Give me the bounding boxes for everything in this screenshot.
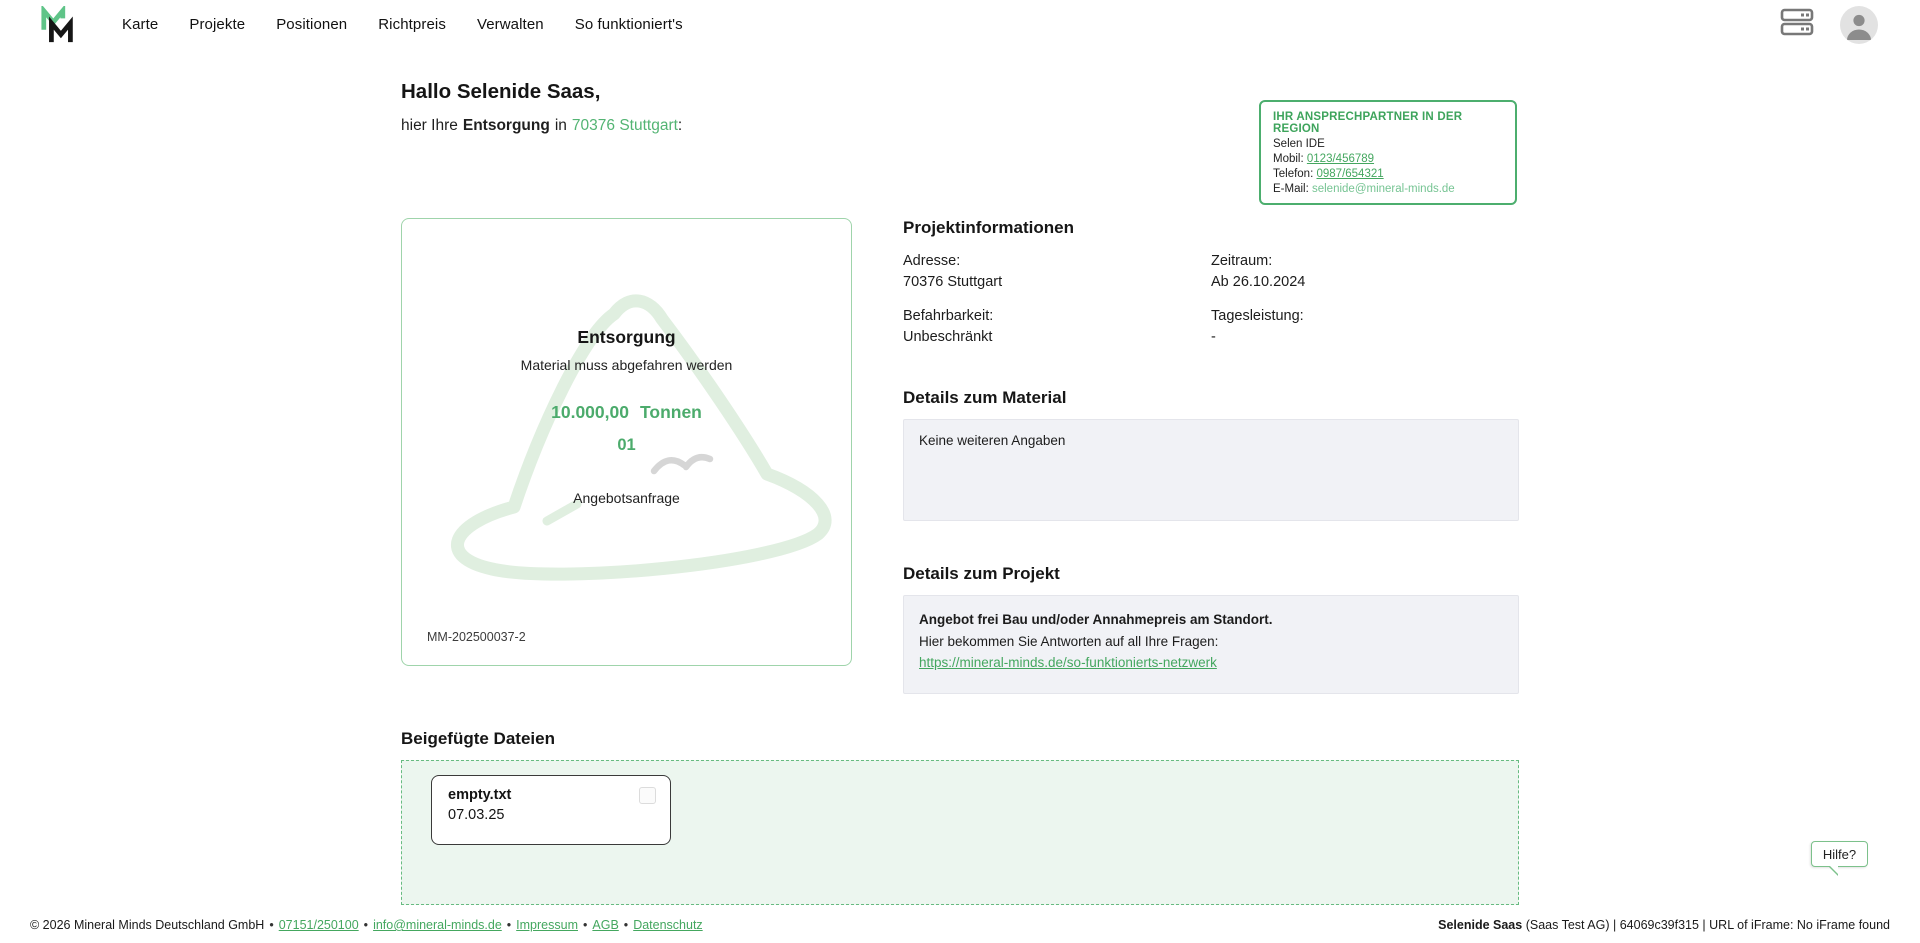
project-status: Angebotsanfrage: [573, 490, 680, 506]
user-avatar[interactable]: [1840, 6, 1878, 44]
project-details-bold-line: Angebot frei Bau und/oder Annahmepreis a…: [919, 609, 1503, 631]
footer-separator: •: [507, 918, 511, 932]
footer-phone-link[interactable]: 07151/250100: [279, 918, 359, 932]
info-label: Tagesleistung:: [1211, 308, 1519, 324]
project-card-body: Entsorgung Material muss abgefahren werd…: [402, 219, 851, 506]
project-reference-number: MM-202500037-2: [427, 630, 526, 644]
footer-separator: •: [583, 918, 587, 932]
contact-mobile-label: Mobil:: [1273, 153, 1304, 165]
nav-item-projekte[interactable]: Projekte: [189, 16, 245, 33]
contact-box-title: IHR ANSPRECHPARTNER IN DER REGION: [1273, 111, 1503, 135]
attachments-dropzone[interactable]: empty.txt 07.03.25: [401, 760, 1519, 905]
project-card[interactable]: Entsorgung Material muss abgefahren werd…: [401, 218, 852, 666]
nav-item-richtpreis[interactable]: Richtpreis: [378, 16, 446, 33]
footer-session-info: Selenide Saas (Saas Test AG) | 64069c39f…: [1438, 918, 1890, 932]
file-date: 07.03.25: [448, 807, 654, 823]
greeting-mid: in: [555, 117, 567, 135]
info-field-zeitraum: Zeitraum: Ab 26.10.2024: [1211, 253, 1519, 290]
footer-link-agb[interactable]: AGB: [592, 918, 618, 932]
project-details-text-line: Hier bekommen Sie Antworten auf all Ihre…: [919, 631, 1503, 653]
info-field-adresse: Adresse: 70376 Stuttgart: [903, 253, 1211, 290]
footer-copyright: © 2026 Mineral Minds Deutschland GmbH: [30, 918, 264, 932]
mineral-minds-logo-icon: [40, 6, 78, 44]
project-card-subtitle: Material muss abgefahren werden: [521, 357, 733, 373]
footer-separator: •: [624, 918, 628, 932]
material-details-heading: Details zum Material: [903, 388, 1519, 408]
project-info-heading: Projektinformationen: [903, 218, 1519, 238]
position-number: 01: [617, 436, 635, 455]
info-value: Unbeschränkt: [903, 329, 1211, 345]
main-nav: Karte Projekte Positionen Richtpreis Ver…: [122, 16, 683, 33]
file-name: empty.txt: [448, 787, 654, 803]
footer-separator: •: [364, 918, 368, 932]
regional-contact-box: IHR ANSPRECHPARTNER IN DER REGION Selen …: [1259, 100, 1517, 205]
project-info-grid: Adresse: 70376 Stuttgart Zeitraum: Ab 26…: [903, 253, 1519, 345]
attachments-heading: Beigefügte Dateien: [401, 729, 1519, 749]
help-button-label: Hilfe?: [1823, 847, 1856, 862]
info-label: Zeitraum:: [1211, 253, 1519, 269]
info-value: Ab 26.10.2024: [1211, 274, 1519, 290]
greeting-prefix: hier Ihre: [401, 117, 458, 135]
page-content: Hallo Selenide Saas, hier Ihre Entsorgun…: [401, 49, 1519, 905]
main-grid: Entsorgung Material muss abgefahren werd…: [401, 218, 1519, 694]
contact-phone-row: Telefon: 0987/654321: [1273, 168, 1503, 180]
file-checkbox[interactable]: [639, 787, 656, 804]
help-button[interactable]: Hilfe?: [1811, 841, 1868, 867]
nav-item-karte[interactable]: Karte: [122, 16, 158, 33]
nav-item-positionen[interactable]: Positionen: [276, 16, 347, 33]
info-field-tagesleistung: Tagesleistung: -: [1211, 308, 1519, 345]
footer: © 2026 Mineral Minds Deutschland GmbH • …: [0, 907, 1920, 943]
material-details-text: Keine weiteren Angaben: [919, 433, 1065, 448]
quantity-unit: Tonnen: [640, 402, 702, 423]
greeting-location-link[interactable]: 70376 Stuttgart: [572, 117, 678, 135]
footer-session-details: (Saas Test AG) | 64069c39f315 | URL of i…: [1526, 918, 1890, 932]
info-field-befahrbarkeit: Befahrbarkeit: Unbeschränkt: [903, 308, 1211, 345]
greeting-colon: :: [678, 117, 682, 135]
project-details-heading: Details zum Projekt: [903, 564, 1519, 584]
info-label: Befahrbarkeit:: [903, 308, 1211, 324]
nav-item-verwalten[interactable]: Verwalten: [477, 16, 544, 33]
footer-user-name: Selenide Saas: [1438, 918, 1522, 932]
contact-name: Selen IDE: [1273, 138, 1503, 150]
contact-phone-link[interactable]: 0987/654321: [1316, 168, 1383, 180]
contact-mobile-row: Mobil: 0123/456789: [1273, 153, 1503, 165]
footer-email-link[interactable]: info@mineral-minds.de: [373, 918, 502, 932]
info-label: Adresse:: [903, 253, 1211, 269]
project-card-title: Entsorgung: [577, 327, 675, 348]
project-details-link[interactable]: https://mineral-minds.de/so-funktioniert…: [919, 655, 1217, 670]
contact-phone-label: Telefon:: [1273, 168, 1313, 180]
project-info-column: Projektinformationen Adresse: 70376 Stut…: [903, 218, 1519, 694]
topbar-actions: [1780, 6, 1878, 44]
greeting-service-type: Entsorgung: [463, 117, 550, 135]
person-icon: [1840, 6, 1878, 44]
mineral-minds-logo[interactable]: [40, 6, 78, 44]
file-card[interactable]: empty.txt 07.03.25: [431, 775, 671, 845]
footer-link-impressum[interactable]: Impressum: [516, 918, 578, 932]
server-icon-glyph: [1780, 8, 1814, 36]
quantity-value: 10.000,00: [551, 402, 629, 423]
server-icon[interactable]: [1780, 8, 1814, 41]
info-value: -: [1211, 329, 1519, 345]
nav-item-so-funktionierts[interactable]: So funktioniert's: [575, 16, 683, 33]
contact-mobile-link[interactable]: 0123/456789: [1307, 153, 1374, 165]
footer-link-datenschutz[interactable]: Datenschutz: [633, 918, 702, 932]
contact-email-link[interactable]: selenide@mineral-minds.de: [1312, 183, 1455, 195]
top-navigation-bar: Karte Projekte Positionen Richtpreis Ver…: [0, 0, 1920, 49]
info-value: 70376 Stuttgart: [903, 274, 1211, 290]
project-quantity: 10.000,00 Tonnen: [551, 402, 702, 423]
project-details-box: Angebot frei Bau und/oder Annahmepreis a…: [903, 595, 1519, 694]
contact-email-row: E-Mail: selenide@mineral-minds.de: [1273, 183, 1503, 195]
footer-separator: •: [269, 918, 273, 932]
material-details-box: Keine weiteren Angaben: [903, 419, 1519, 521]
contact-email-label: E-Mail:: [1273, 183, 1309, 195]
footer-left: © 2026 Mineral Minds Deutschland GmbH • …: [30, 918, 703, 932]
